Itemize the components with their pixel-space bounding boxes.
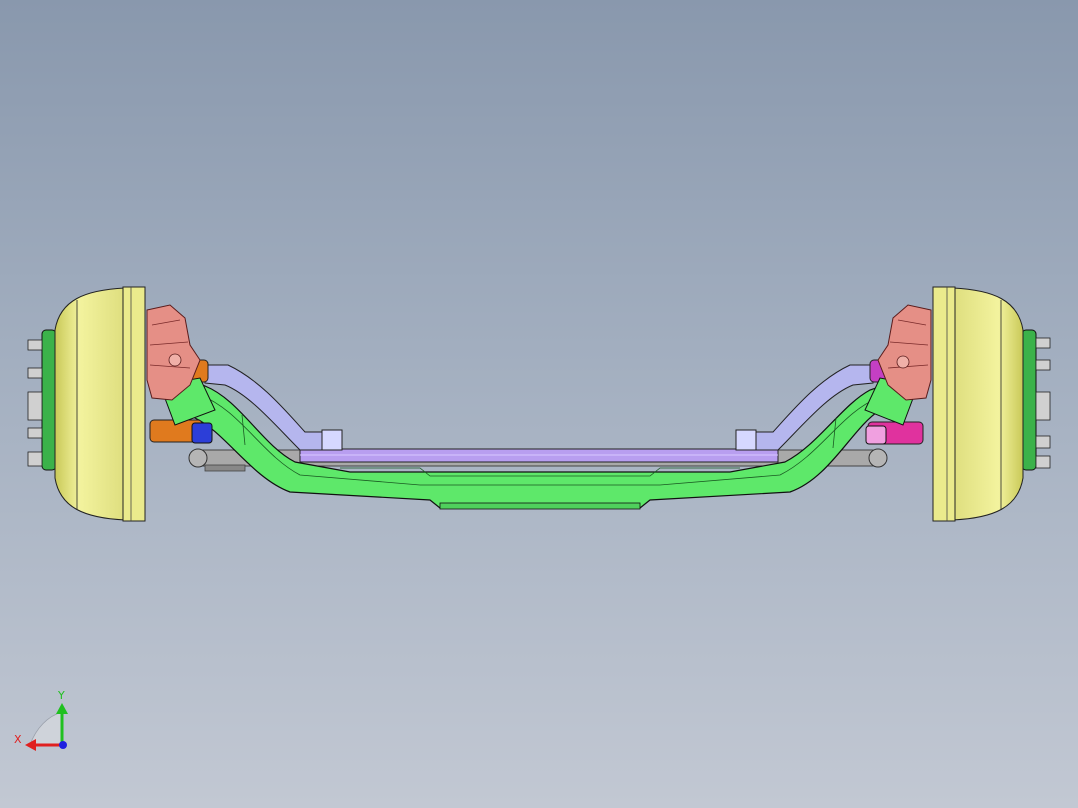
y-axis-arrowhead (56, 703, 68, 714)
x-axis-arrowhead (25, 739, 36, 751)
model-canvas[interactable]: Y X (0, 0, 1078, 808)
y-axis-label: Y (57, 689, 65, 702)
tie-rod[interactable] (299, 448, 779, 463)
right-wheel-hub[interactable] (1021, 329, 1051, 471)
right-wheel-studs (1035, 337, 1051, 469)
cad-viewport[interactable]: Y X (0, 0, 1078, 808)
x-axis-label: X (14, 733, 22, 746)
right-brake-drum[interactable] (932, 286, 1024, 522)
front-axle-beam[interactable] (167, 377, 913, 510)
z-axis-dot (59, 741, 67, 749)
left-wheel-hub[interactable] (27, 329, 57, 471)
coordinate-triad: Y X (14, 689, 68, 751)
left-brake-drum[interactable] (54, 286, 146, 522)
left-wheel-studs (27, 339, 43, 467)
